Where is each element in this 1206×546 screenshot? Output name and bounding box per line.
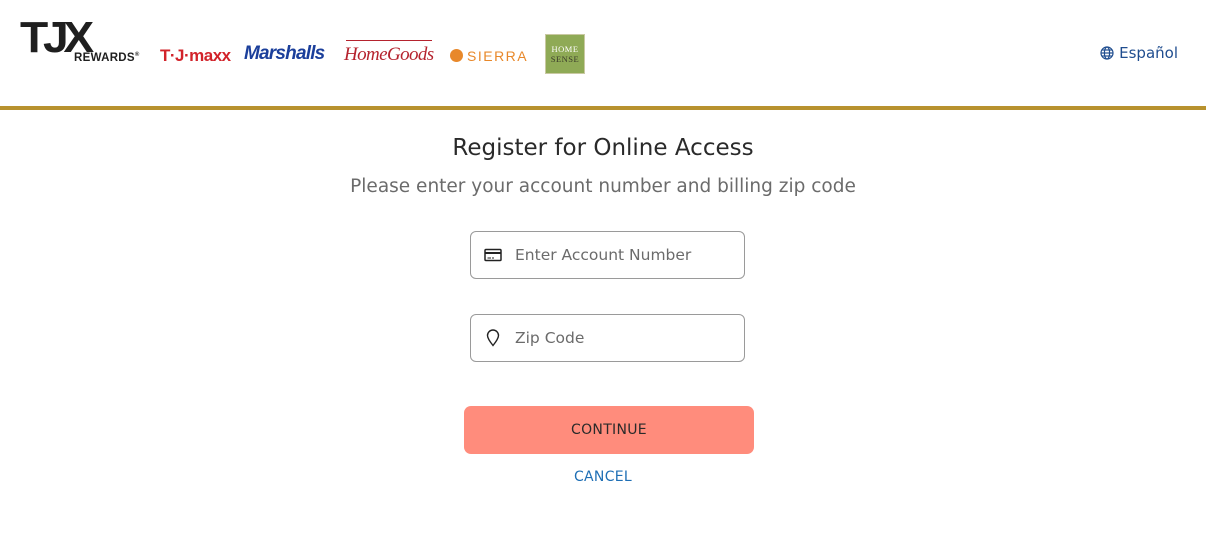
account-number-field[interactable] — [470, 231, 745, 279]
language-toggle-link[interactable]: Español — [1100, 44, 1178, 62]
brand-logo-tjmaxx: T·J·maxx — [160, 46, 231, 65]
brand-logo-marshalls: Marshalls — [244, 43, 325, 64]
zip-code-field[interactable] — [470, 314, 745, 362]
rewards-logo-text: REWARDS® — [74, 52, 140, 64]
continue-button[interactable]: CONTINUE — [464, 406, 754, 454]
account-number-input[interactable] — [515, 246, 715, 264]
language-label: Español — [1119, 44, 1178, 62]
map-pin-icon — [471, 329, 515, 347]
brand-logo-homesense: HOME SENSE — [545, 34, 585, 74]
brand-logo-homegoods: HomeGoods — [344, 44, 434, 65]
site-header: TJX REWARDS® T·J·maxx Marshalls HomeGood… — [0, 0, 1206, 110]
page-subtitle: Please enter your account number and bil… — [350, 176, 856, 197]
zip-code-input[interactable] — [515, 329, 715, 347]
brand-logo-sierra: SIERRA — [450, 49, 528, 63]
cancel-link[interactable]: CANCEL — [574, 469, 632, 485]
cancel-link-row: CANCEL — [0, 469, 1206, 485]
sierra-sun-icon — [450, 49, 463, 62]
page-title: Register for Online Access — [452, 135, 754, 161]
tjx-rewards-logo[interactable]: TJX REWARDS® — [20, 16, 150, 66]
globe-icon — [1100, 46, 1114, 60]
credit-card-icon — [471, 248, 515, 262]
